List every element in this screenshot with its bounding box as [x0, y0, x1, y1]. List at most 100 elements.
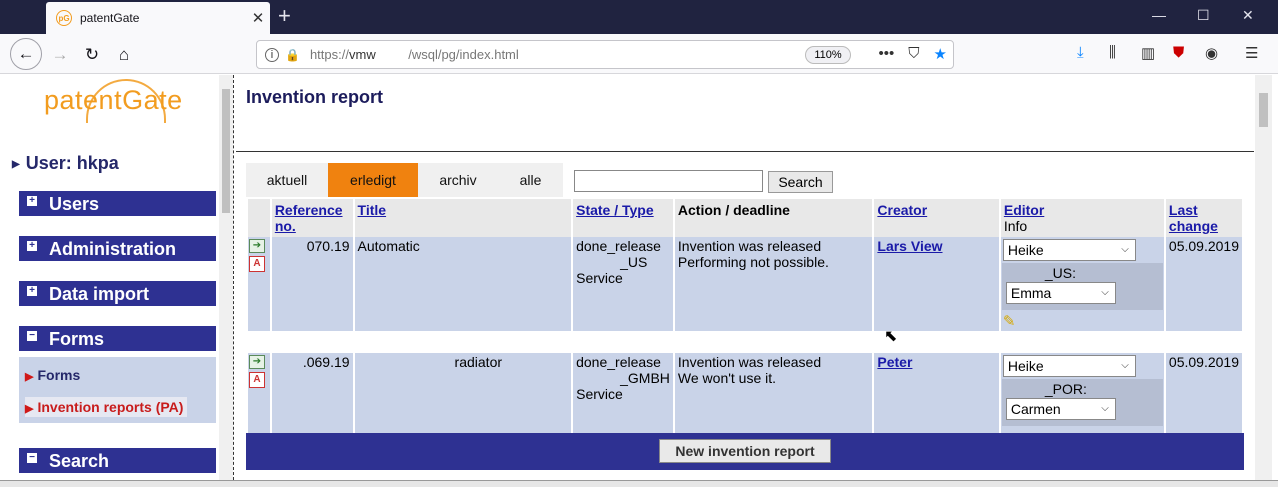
sidebar-scroll-thumb[interactable] [222, 89, 230, 213]
triangle-right-icon: ▶ [12, 158, 20, 170]
open-report-icon[interactable]: ➔ [249, 355, 265, 369]
download-icon[interactable]: ⤓ [1077, 44, 1084, 61]
library-icon[interactable]: ⫼ [1109, 44, 1116, 61]
cell-editor: Heike ⌵ _US: Emma ⌵ ✎ [1000, 237, 1164, 331]
menu-data-import[interactable]: + Data import [19, 281, 216, 306]
user-label: ▶ User: hkpa [12, 153, 119, 174]
menu-forms-label: Forms [49, 329, 105, 349]
state-status: done_release [576, 354, 661, 370]
search-input[interactable] [574, 170, 763, 192]
main-content: Invention report aktuell erledigt archiv… [236, 75, 1254, 480]
editor-select[interactable]: Heike ⌵ [1002, 355, 1136, 377]
url-bar[interactable]: i 🔒 https://vmw /wsql/pg/index.html 110%… [256, 40, 954, 69]
red-arrow-icon: ▶ [25, 403, 34, 415]
info-select[interactable]: Carmen ⌵ [1005, 398, 1116, 420]
minus-icon: − [27, 331, 37, 341]
new-invention-report-button[interactable]: New invention report [659, 439, 831, 463]
browser-tab[interactable]: pG patentGate ✕ [46, 2, 270, 34]
close-window-icon[interactable]: ✕ [1242, 7, 1254, 24]
info-select-value: Carmen [1010, 401, 1061, 417]
minimize-icon[interactable]: — [1152, 7, 1166, 23]
zoom-level[interactable]: 110% [805, 46, 851, 64]
url-host: vmw [348, 47, 376, 62]
submenu-forms[interactable]: ▶ Forms [25, 367, 80, 383]
open-report-icon[interactable]: ➔ [249, 239, 265, 253]
sort-creator-link[interactable]: Creator [877, 202, 927, 218]
submenu-forms-label: Forms [37, 367, 81, 383]
main-scrollbar[interactable] [1255, 75, 1272, 480]
pdf-icon[interactable]: A [249, 256, 265, 272]
action-note: Performing not possible. [677, 254, 829, 270]
info-icon[interactable]: i [265, 47, 279, 62]
reload-icon[interactable]: ↻ [78, 41, 106, 69]
account-icon[interactable]: ◉ [1205, 44, 1218, 62]
menu-search[interactable]: − Search [19, 448, 216, 473]
info-label: _POR: [1044, 381, 1087, 397]
close-tab-icon[interactable]: ✕ [246, 9, 270, 27]
editor-select[interactable]: Heike ⌵ [1002, 239, 1136, 261]
pdf-icon[interactable]: A [249, 372, 265, 388]
table-row: ➔ A 070.19 Automatic done_release _US Se… [248, 237, 1242, 331]
header-editor[interactable]: Editor Info [1000, 199, 1164, 237]
cell-state: done_release _US Service [573, 237, 673, 331]
header-creator[interactable]: Creator [874, 199, 999, 237]
header-reference[interactable]: Reference no. [271, 199, 353, 237]
background-window-strip [0, 480, 1278, 487]
sort-reference-link[interactable]: Reference no. [275, 202, 343, 234]
sort-last-change-link[interactable]: Last change [1169, 202, 1218, 234]
mouse-cursor-icon: ⬉ [884, 328, 898, 345]
sidebar-toggle-icon[interactable]: ▥ [1141, 44, 1155, 62]
tab-aktuell[interactable]: aktuell [246, 163, 328, 197]
search-button[interactable]: Search [768, 171, 833, 193]
tab-alle[interactable]: alle [498, 163, 563, 197]
browser-navbar: ← → ↻ ⌂ i 🔒 https://vmw /wsql/pg/index.h… [0, 34, 1278, 74]
maximize-icon[interactable]: ☐ [1197, 7, 1210, 24]
menu-users[interactable]: + Users [19, 191, 216, 216]
cell-last-change: 05.09.2019 [1165, 353, 1242, 433]
editor-select-value: Heike [1007, 358, 1044, 374]
creator-link[interactable]: Peter [877, 354, 912, 370]
sort-state-link[interactable]: State / Type [576, 202, 654, 218]
cell-reference: 070.19 [271, 237, 353, 331]
header-state[interactable]: State / Type [573, 199, 673, 237]
submenu-invention-reports[interactable]: ▶ Invention reports (PA) [25, 397, 188, 417]
chevron-down-icon: ⌵ [1121, 360, 1129, 371]
info-box: _US: Emma ⌵ [1001, 263, 1163, 310]
sort-title-link[interactable]: Title [358, 202, 387, 218]
row-separator-cell [248, 331, 1242, 353]
edit-pencil-icon[interactable]: ✎ [1003, 312, 1163, 330]
invention-report-table: Reference no. Title State / Type Action … [246, 199, 1244, 433]
sort-editor-link[interactable]: Editor [1004, 202, 1044, 218]
more-icon[interactable]: ••• [879, 45, 895, 63]
bookmark-star-icon[interactable]: ★ [934, 45, 947, 63]
url-scheme: https:// [309, 47, 349, 62]
lock-icon[interactable]: 🔒 [285, 48, 300, 62]
menu-administration[interactable]: + Administration [19, 236, 216, 261]
main-scroll-thumb[interactable] [1259, 93, 1268, 127]
creator-link[interactable]: Lars View [877, 238, 942, 254]
info-select[interactable]: Emma ⌵ [1005, 282, 1116, 304]
tab-erledigt[interactable]: erledigt [328, 163, 418, 197]
info-select-value: Emma [1010, 285, 1052, 301]
tab-archiv[interactable]: archiv [418, 163, 498, 197]
cell-editor: Heike ⌵ _POR: Carmen ⌵ [1000, 353, 1164, 433]
logo: patentGate [44, 85, 183, 115]
header-action: Action / deadline [674, 199, 873, 237]
patentgate-favicon-icon: pG [56, 10, 72, 26]
new-tab-icon[interactable]: + [278, 5, 291, 27]
back-arrow-icon[interactable]: ← [10, 38, 42, 70]
home-icon[interactable]: ⌂ [110, 41, 138, 69]
url-path: /wsql/pg/index.html [408, 47, 519, 62]
menu-forms[interactable]: − Forms [19, 326, 216, 351]
menu-search-label: Search [49, 451, 110, 471]
plus-icon: + [27, 286, 37, 296]
header-last-change[interactable]: Last change [1165, 199, 1242, 237]
hamburger-menu-icon[interactable]: ☰ [1245, 44, 1258, 62]
sidebar-scrollbar[interactable] [219, 75, 233, 480]
header-title[interactable]: Title [354, 199, 572, 237]
forward-arrow-icon[interactable]: → [46, 41, 74, 69]
ublock-icon[interactable]: ⛊ [1173, 44, 1184, 61]
cell-reference: .069.19 [271, 353, 353, 433]
user-name: User: hkpa [25, 153, 119, 173]
pocket-icon[interactable]: ⛉ [908, 45, 919, 63]
